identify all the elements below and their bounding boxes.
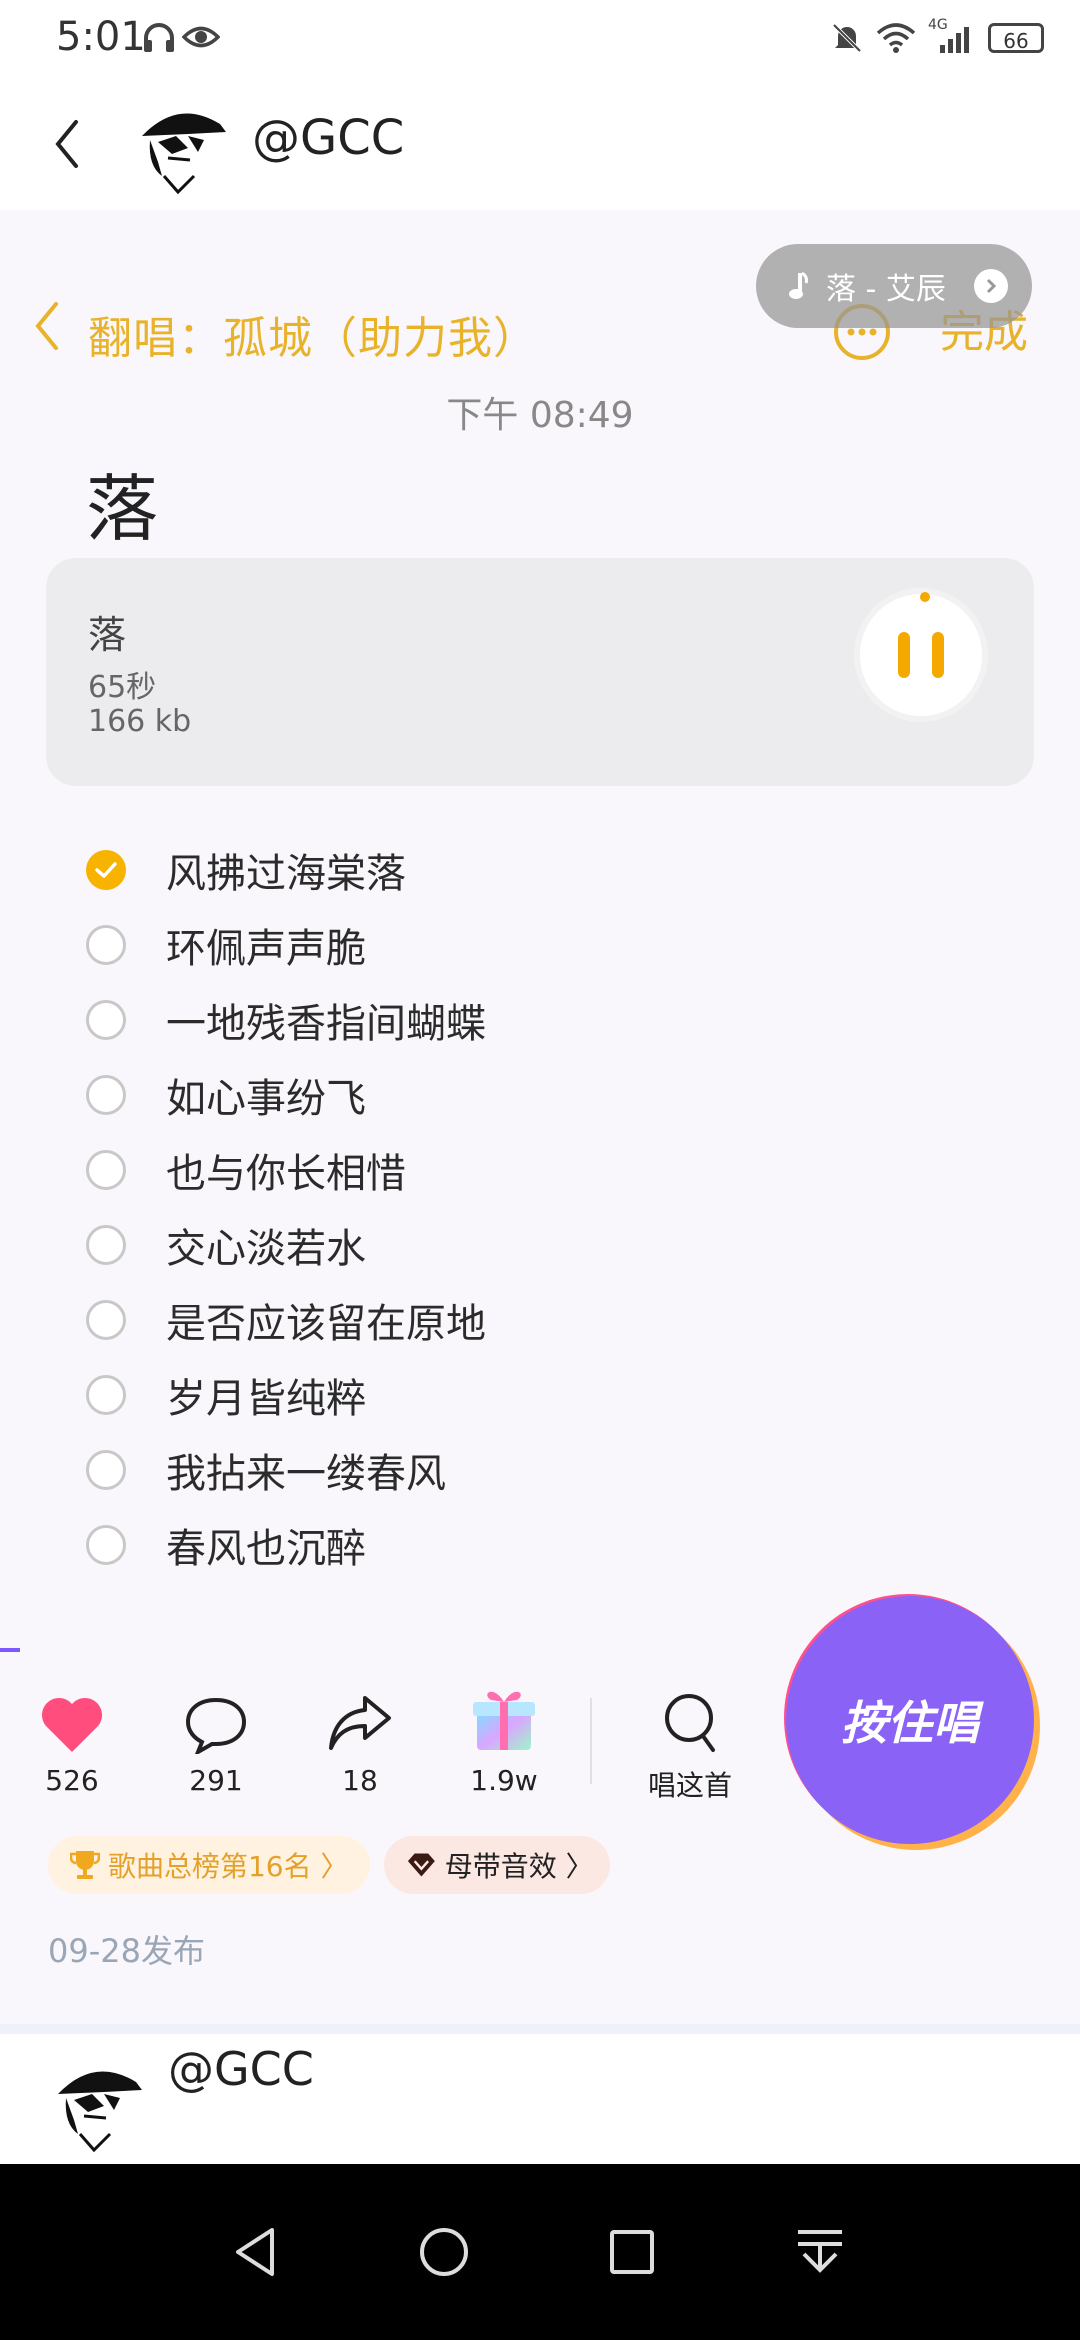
publish-date: 09-28发布 (48, 1932, 205, 1970)
checklist-item[interactable]: 环佩声声脆 (86, 915, 366, 975)
audio-size: 166 kb (88, 704, 192, 739)
mastering-effect-label: 母带音效 〉 (444, 1850, 594, 1883)
checklist-item[interactable]: 风拂过海棠落 (86, 840, 406, 900)
like-count: 526 (45, 1764, 99, 1797)
like-button[interactable]: 526 (12, 1680, 132, 1797)
audio-duration: 65秒 (88, 670, 157, 705)
checkbox[interactable] (86, 1225, 126, 1265)
nav-recents-icon[interactable] (602, 2222, 662, 2282)
section-divider (0, 2024, 1080, 2034)
checklist-item[interactable]: 一地残香指间蝴蝶 (86, 990, 486, 1050)
gift-button[interactable]: 1.9w (444, 1680, 564, 1797)
checkbox[interactable] (86, 1075, 126, 1115)
checklist-item-label: 环佩声声脆 (166, 926, 366, 972)
hold-to-sing-button[interactable]: 按住唱 (786, 1596, 1034, 1844)
checklist-item[interactable]: 是否应该留在原地 (86, 1290, 486, 1350)
now-playing-pill[interactable]: 落 - 艾辰 (756, 244, 1032, 328)
checklist-item-label: 是否应该留在原地 (166, 1301, 486, 1347)
progress-indicator (920, 592, 930, 602)
audio-name: 落 (88, 613, 127, 657)
checklist-item-label: 我拈来一缕春风 (166, 1451, 446, 1497)
checkbox[interactable] (86, 1525, 126, 1565)
checkbox-checked[interactable] (86, 850, 126, 890)
nav-dropdown-icon[interactable] (790, 2222, 850, 2282)
top-username[interactable]: @GCC (252, 110, 404, 166)
eye-icon (182, 26, 220, 48)
heart-icon (41, 1697, 103, 1752)
diamond-icon (407, 1853, 435, 1877)
checklist-item-label: 也与你长相惜 (166, 1151, 406, 1197)
headphones-icon (144, 23, 174, 52)
audio-card[interactable]: 落 65秒 166 kb (46, 558, 1034, 786)
rank-tag-label: 歌曲总榜第16名 〉 (107, 1850, 349, 1883)
sing-this-label: 唱这首 (647, 1769, 732, 1802)
status-time: 5:01 (56, 14, 146, 60)
checklist-item-label: 交心淡若水 (166, 1226, 366, 1272)
status-bar: 5:01 4G 66 (0, 0, 1080, 76)
checkbox[interactable] (86, 1300, 126, 1340)
comment-icon (185, 1697, 247, 1754)
share-count: 18 (342, 1764, 378, 1797)
comment-button[interactable]: 291 (156, 1680, 276, 1797)
checkmark-icon (95, 862, 117, 878)
wifi-icon (876, 23, 916, 53)
comment-count: 291 (189, 1764, 243, 1797)
checklist-item[interactable]: 我拈来一缕春风 (86, 1440, 446, 1500)
battery-indicator: 66 (988, 23, 1044, 53)
checkbox[interactable] (86, 1150, 126, 1190)
divider (590, 1698, 592, 1784)
mastering-effect-tag[interactable]: 母带音效 〉 (384, 1836, 610, 1894)
pause-icon (898, 632, 910, 678)
checklist-item[interactable]: 如心事纷飞 (86, 1065, 366, 1125)
checklist-item[interactable]: 春风也沉醉 (86, 1515, 366, 1575)
hold-to-sing-label: 按住唱 (841, 1696, 979, 1750)
checkbox[interactable] (86, 1450, 126, 1490)
cover-back-icon[interactable] (32, 298, 62, 354)
gift-count: 1.9w (470, 1764, 538, 1797)
commenter-username[interactable]: @GCC (168, 2042, 314, 2096)
nav-back-icon[interactable] (226, 2222, 286, 2282)
avatar[interactable] (128, 96, 232, 200)
status-icons: 4G 66 (830, 17, 1044, 58)
chevron-right-icon (974, 269, 1008, 303)
system-nav-bar (0, 2164, 1080, 2340)
sing-icon (665, 1694, 715, 1752)
now-playing-label: 落 - 艾辰 (826, 272, 946, 307)
checklist-item-label: 如心事纷飞 (166, 1076, 366, 1122)
back-arrow-icon[interactable] (48, 114, 88, 174)
note-title: 落 (86, 467, 159, 551)
sing-this-button[interactable]: 唱这首 (630, 1680, 750, 1804)
music-note-icon (789, 271, 808, 299)
checklist-item[interactable]: 岁月皆纯粹 (86, 1365, 366, 1425)
note-content: 翻唱：孤城（助力我） 完成 落 - 艾辰 下午 08:49 落 落 65秒 16… (0, 210, 1080, 2026)
checkbox[interactable] (86, 1000, 126, 1040)
share-button[interactable]: 18 (300, 1680, 420, 1797)
trophy-icon (70, 1851, 100, 1879)
checklist-item[interactable]: 交心淡若水 (86, 1215, 366, 1275)
checklist-item-label: 岁月皆纯粹 (166, 1376, 366, 1422)
note-time: 下午 08:49 (446, 395, 634, 436)
checklist-item-label: 春风也沉醉 (166, 1526, 366, 1572)
pause-icon (932, 632, 944, 678)
pause-button[interactable] (854, 588, 988, 722)
share-icon (329, 1696, 391, 1750)
nav-home-icon[interactable] (414, 2222, 474, 2282)
checkbox[interactable] (86, 925, 126, 965)
checklist-item-label: 一地残香指间蝴蝶 (166, 1001, 486, 1047)
top-nav: @GCC (0, 76, 1080, 210)
gift-icon (473, 1691, 535, 1750)
commenter-avatar[interactable] (44, 2054, 148, 2158)
checklist-item[interactable]: 也与你长相惜 (86, 1140, 406, 1200)
checklist-item-label: 风拂过海棠落 (166, 851, 406, 897)
comment-preview[interactable]: @GCC (0, 2034, 1080, 2164)
checkbox[interactable] (86, 1375, 126, 1415)
rank-tag[interactable]: 歌曲总榜第16名 〉 (48, 1836, 370, 1894)
bell-muted-icon (832, 23, 862, 53)
signal-icon: 4G (928, 17, 976, 55)
progress-line (0, 1648, 20, 1652)
cover-title[interactable]: 翻唱：孤城（助力我） (88, 302, 538, 366)
